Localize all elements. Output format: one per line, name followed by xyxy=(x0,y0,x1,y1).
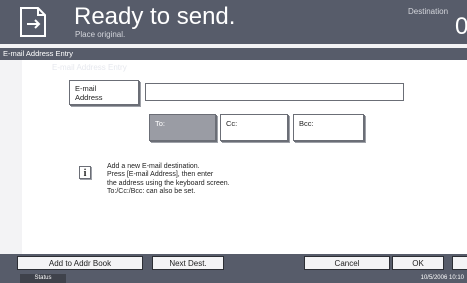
info-line: To:/Cc:/Bcc: can also be set. xyxy=(107,187,196,195)
cc-button-label: Cc: xyxy=(226,119,238,128)
add-to-addr-book-button[interactable]: Add to Addr Book xyxy=(17,256,143,270)
date-time: 10/5/2006 10:10 xyxy=(420,275,464,281)
email-address-button-label-line2: Address xyxy=(75,93,103,102)
page-subtitle: Place original. xyxy=(75,30,126,39)
status-button[interactable]: Status xyxy=(20,274,66,283)
next-dest-button[interactable]: Next Dest. xyxy=(152,256,224,270)
screen-title-watermark: E-mail Address Entry xyxy=(52,63,127,72)
bcc-button[interactable]: Bcc: xyxy=(293,114,364,141)
info-message: Add a new E-mail destination. Press [E-m… xyxy=(107,163,287,196)
email-address-button-label-line1: E-mail xyxy=(75,84,97,93)
page-title: Ready to send. xyxy=(74,3,236,30)
to-button-label: To: xyxy=(155,119,166,128)
document-send-icon xyxy=(20,7,46,37)
cc-button[interactable]: Cc: xyxy=(220,114,288,141)
destination-count: 0 xyxy=(455,13,467,40)
action-bar: Add to Addr Book Next Dest. Cancel OK xyxy=(0,254,467,274)
email-address-button[interactable]: E-mail Address xyxy=(69,80,139,105)
ready-to-send-screen: Ready to send. Place original. Destinati… xyxy=(0,0,467,283)
screen-title: E-mail Address Entry xyxy=(3,49,74,58)
to-button[interactable]: To: xyxy=(149,114,216,141)
email-address-field[interactable] xyxy=(145,83,404,101)
ok-button-edge xyxy=(452,256,467,270)
header-bar: Ready to send. Place original. Destinati… xyxy=(0,0,467,44)
destination-label: Destination xyxy=(408,7,449,16)
info-icon: i xyxy=(79,166,91,179)
screen-title-bar: E-mail Address Entry xyxy=(0,48,467,60)
ok-button[interactable]: OK xyxy=(392,256,444,270)
status-bar: Status 10/5/2006 10:10 xyxy=(0,274,467,283)
bcc-button-label: Bcc: xyxy=(299,119,314,128)
cancel-button[interactable]: Cancel xyxy=(304,256,390,270)
info-line: Press [E-mail Address], then enter xyxy=(107,171,214,179)
info-line: the address using the keyboard screen. xyxy=(107,179,230,187)
info-line: Add a new E-mail destination. xyxy=(107,163,200,170)
